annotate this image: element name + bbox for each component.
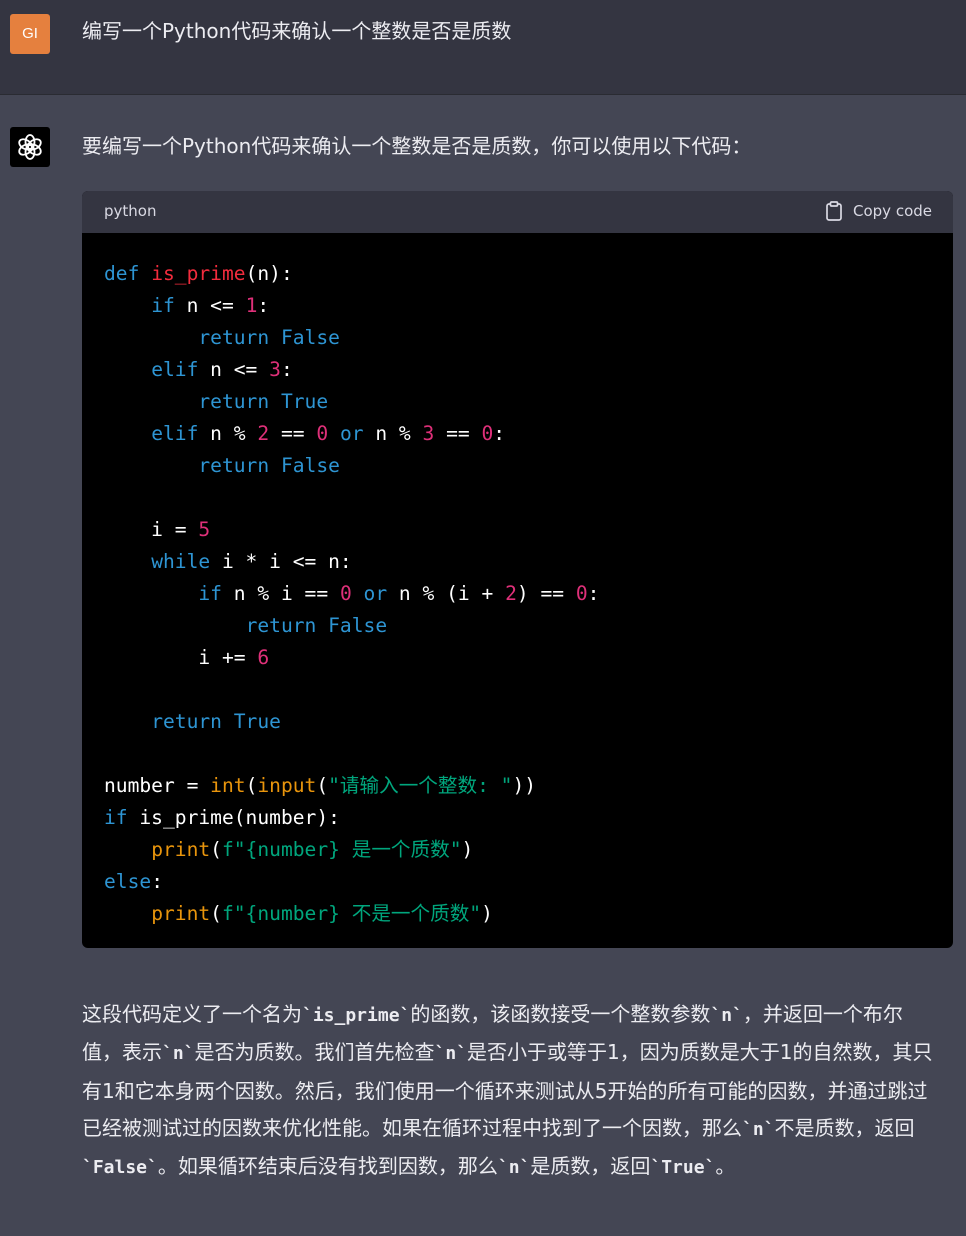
explanation-paragraph: 这段代码定义了一个名为`is_prime`的函数，该函数接受一个整数参数`n`，… (82, 996, 942, 1186)
inline-code: `n` (710, 1005, 743, 1026)
explanation-text: 是否为质数。我们首先检查 (194, 1040, 435, 1065)
user-message-text: 编写一个Python代码来确认一个整数是否是质数 (82, 19, 512, 43)
explanation-text: 不是质数，返回 (774, 1115, 915, 1140)
code-block: python Copy code def is_prime(n): if n <… (82, 191, 953, 948)
explanation-text: 这段代码定义了一个名为 (82, 1002, 302, 1026)
inline-code: `True` (650, 1157, 716, 1179)
assistant-intro-text: 要编写一个Python代码来确认一个整数是否是质数，你可以使用以下代码： (82, 134, 752, 158)
explanation-text: 的函数，该函数接受一个整数参数 (410, 1002, 711, 1026)
inline-code: `False` (82, 1157, 158, 1179)
code-content: def is_prime(n): if n <= 1: return False… (104, 262, 600, 925)
assistant-avatar (10, 127, 50, 167)
inline-code: `n` (742, 1118, 775, 1140)
user-avatar: GI (10, 14, 50, 54)
copy-code-button[interactable]: Copy code (825, 201, 932, 221)
clipboard-icon (826, 201, 842, 221)
inline-code: `n` (497, 1157, 531, 1179)
openai-logo-icon (18, 134, 42, 160)
copy-code-label: Copy code (853, 202, 932, 220)
assistant-message-row: 要编写一个Python代码来确认一个整数是否是质数，你可以使用以下代码： pyt… (0, 95, 966, 1236)
code-language-label: python (104, 202, 157, 220)
code-block-header: python Copy code (82, 191, 953, 233)
explanation-text: 是质数，返回 (530, 1154, 651, 1179)
inline-code: `n` (434, 1043, 468, 1065)
inline-code: `n` (162, 1043, 195, 1065)
inline-code: `is_prime` (302, 1005, 411, 1026)
explanation-text: 。 (715, 1154, 736, 1179)
user-message-row: GI 编写一个Python代码来确认一个整数是否是质数 (0, 0, 966, 95)
explanation-text: 。如果循环结束后没有找到因数，那么 (157, 1154, 498, 1179)
